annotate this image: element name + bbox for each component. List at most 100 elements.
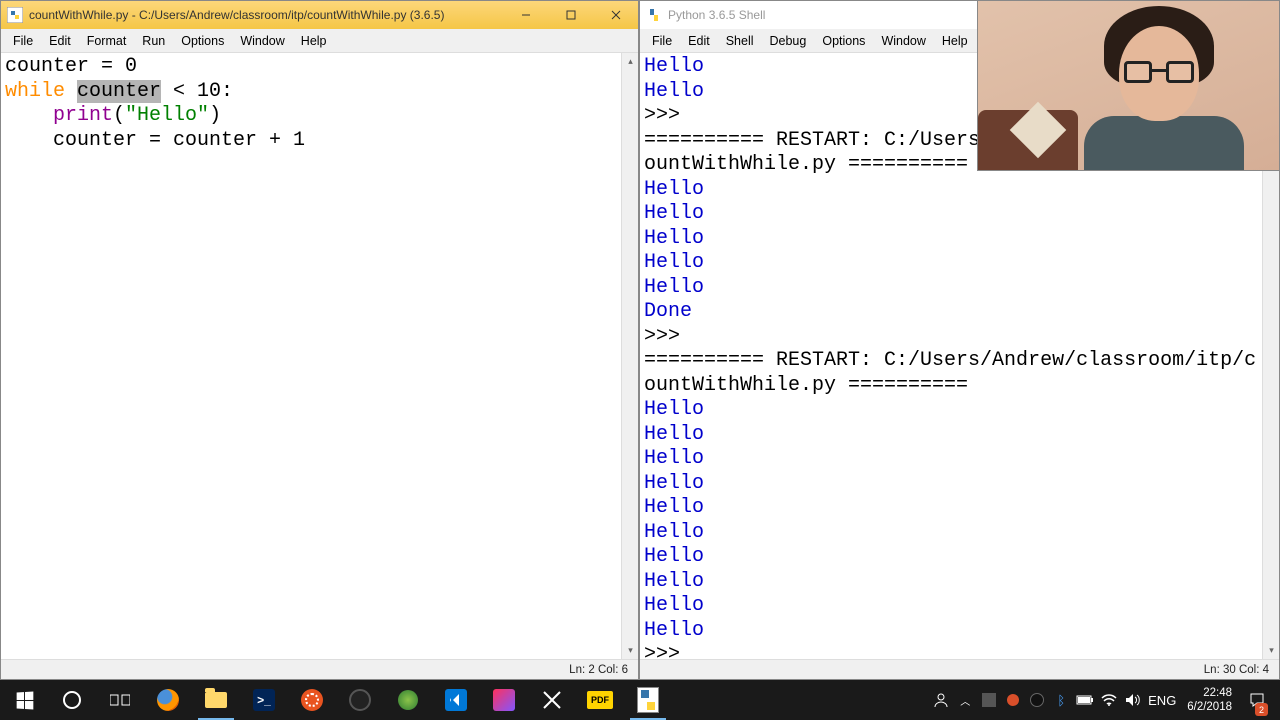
tray-clock[interactable]: 22:48 6/2/2018 (1179, 686, 1240, 714)
task-view-icon (110, 692, 130, 708)
taskbar-app-2[interactable] (528, 680, 576, 720)
shell-line: Hello (644, 545, 704, 568)
menu-window[interactable]: Window (873, 32, 933, 50)
tray-battery[interactable] (1073, 680, 1097, 720)
shell-line: Hello (644, 80, 704, 103)
shell-line: Hello (644, 227, 704, 250)
minimize-button[interactable] (503, 1, 548, 29)
menu-help[interactable]: Help (293, 32, 335, 50)
code-line: counter = 0 (5, 55, 137, 78)
taskbar-intellij[interactable] (480, 680, 528, 720)
taskbar-file-explorer[interactable] (192, 680, 240, 720)
tray-people[interactable] (929, 680, 953, 720)
menu-edit[interactable]: Edit (680, 32, 718, 50)
shell-line: ========== RESTART: C:/Users/Andrew/clas… (644, 349, 1256, 372)
tray-app-1[interactable] (977, 680, 1001, 720)
editor-text-area[interactable]: counter = 0 while counter < 10: print("H… (1, 53, 638, 659)
scroll-down-icon[interactable]: ▾ (1263, 642, 1279, 659)
taskbar-ubuntu[interactable] (288, 680, 336, 720)
shell-line: Hello (644, 472, 704, 495)
menu-help[interactable]: Help (934, 32, 976, 50)
webcam-overlay (977, 0, 1280, 171)
taskbar-vscode[interactable] (432, 680, 480, 720)
firefox-icon (157, 689, 179, 711)
shell-line: Hello (644, 619, 704, 642)
shell-line: Hello (644, 521, 704, 544)
menu-options[interactable]: Options (173, 32, 232, 50)
code-selection: counter (77, 80, 161, 103)
people-icon (933, 692, 949, 708)
task-view-button[interactable] (96, 680, 144, 720)
python-file-icon (7, 7, 23, 23)
ubuntu-icon (301, 689, 323, 711)
cursor-position: Ln: 30 Col: 4 (1204, 664, 1269, 676)
editor-title: countWithWhile.py - C:/Users/Andrew/clas… (29, 8, 444, 22)
tray-app-2[interactable] (1001, 680, 1025, 720)
python-shell-icon (646, 7, 662, 23)
shell-line: ountWithWhile.py ========== (644, 153, 968, 176)
menu-run[interactable]: Run (134, 32, 173, 50)
taskbar-powershell[interactable]: >_ (240, 680, 288, 720)
folder-icon (205, 692, 227, 708)
maximize-button[interactable] (548, 1, 593, 29)
shell-line: >>> (644, 643, 692, 659)
editor-scrollbar[interactable]: ▴ ▾ (621, 53, 638, 659)
tray-expand[interactable]: ︿ (953, 680, 977, 720)
tray-icon-1 (982, 693, 996, 707)
editor-titlebar[interactable]: countWithWhile.py - C:/Users/Andrew/clas… (1, 1, 638, 29)
shell-line: Hello (644, 276, 704, 299)
taskbar-app-1[interactable] (384, 680, 432, 720)
shell-line: Hello (644, 251, 704, 274)
cortana-button[interactable] (48, 680, 96, 720)
shell-line: Hello (644, 398, 704, 421)
intellij-icon (493, 689, 515, 711)
cortana-icon (63, 691, 81, 709)
language-label: ENG (1148, 693, 1176, 708)
menu-edit[interactable]: Edit (41, 32, 79, 50)
windows-taskbar: >_ PDF ︿ ᛒ ENG 22:48 6/2/2018 2 (0, 680, 1280, 720)
shell-line: ========== RESTART: C:/Users (644, 129, 980, 152)
code-builtin: print (53, 104, 113, 127)
wifi-icon (1101, 693, 1117, 707)
start-button[interactable] (0, 680, 48, 720)
taskbar-firefox[interactable] (144, 680, 192, 720)
tray-notifications[interactable]: 2 (1240, 680, 1274, 720)
cursor-position: Ln: 2 Col: 6 (569, 664, 628, 676)
taskbar-obs[interactable] (336, 680, 384, 720)
scroll-down-icon[interactable]: ▾ (622, 642, 638, 659)
shell-line: Hello (644, 447, 704, 470)
menu-options[interactable]: Options (814, 32, 873, 50)
globe-icon (398, 690, 418, 710)
clock-date: 6/2/2018 (1187, 700, 1232, 714)
shell-statusbar: Ln: 30 Col: 4 (640, 659, 1279, 679)
tray-wifi[interactable] (1097, 680, 1121, 720)
tray-icon-2 (1007, 694, 1019, 706)
menu-file[interactable]: File (5, 32, 41, 50)
obs-icon (349, 689, 371, 711)
taskbar-idle[interactable] (624, 680, 672, 720)
tray-volume[interactable] (1121, 680, 1145, 720)
code-line: counter = counter + 1 (5, 129, 305, 152)
shell-line: Done (644, 300, 692, 323)
shell-line: Hello (644, 496, 704, 519)
idle-icon (637, 687, 659, 713)
menu-shell[interactable]: Shell (718, 32, 762, 50)
code-keyword: while (5, 80, 65, 103)
battery-icon (1076, 694, 1094, 706)
shell-line: >>> (644, 325, 692, 348)
tray-bluetooth[interactable]: ᛒ (1049, 680, 1073, 720)
clock-time: 22:48 (1187, 686, 1232, 700)
menu-format[interactable]: Format (79, 32, 135, 50)
pdf-icon: PDF (587, 691, 613, 709)
editor-window: countWithWhile.py - C:/Users/Andrew/clas… (0, 0, 639, 680)
tray-obs[interactable] (1025, 680, 1049, 720)
menu-debug[interactable]: Debug (762, 32, 815, 50)
close-button[interactable] (593, 1, 638, 29)
bluetooth-icon: ᛒ (1057, 693, 1065, 708)
scroll-up-icon[interactable]: ▴ (622, 53, 638, 70)
shell-line: Hello (644, 55, 704, 78)
taskbar-pdf[interactable]: PDF (576, 680, 624, 720)
menu-file[interactable]: File (644, 32, 680, 50)
tray-language[interactable]: ENG (1145, 680, 1179, 720)
menu-window[interactable]: Window (232, 32, 292, 50)
